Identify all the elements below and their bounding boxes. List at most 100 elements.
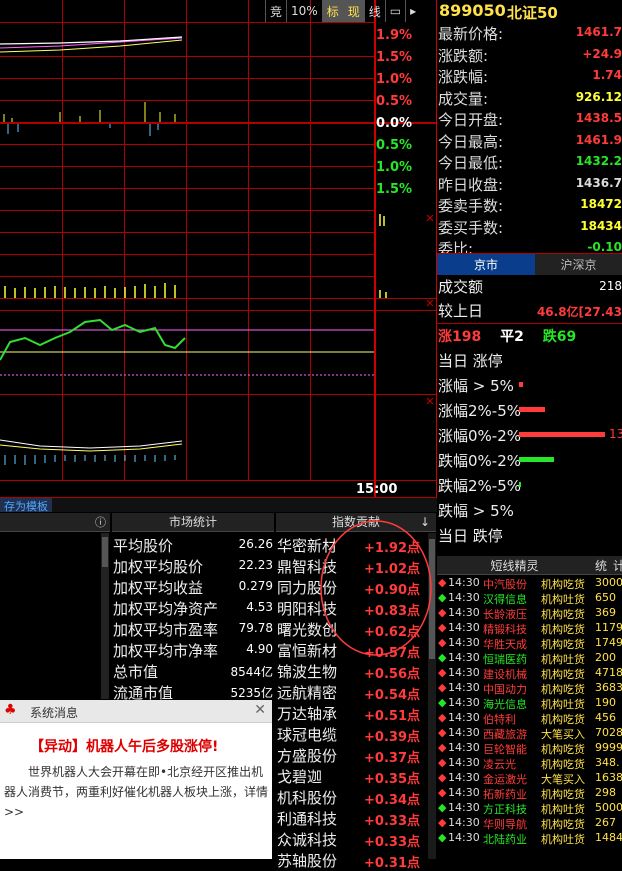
- contrib-row[interactable]: 众诚科技 +0.33点: [276, 829, 424, 850]
- stat-row: 加权平均市盈率 79.78: [113, 619, 273, 640]
- window-icon[interactable]: ▭: [384, 0, 405, 22]
- news-type: 机构吃货: [541, 788, 585, 801]
- contrib-value: +0.54点: [364, 688, 420, 703]
- contrib-value: +0.37点: [364, 751, 420, 766]
- news-name: 伯特利: [483, 713, 516, 726]
- stat-row: 加权平均市净率 4.90: [113, 640, 273, 661]
- left-empty-head: ⓘ: [0, 513, 110, 532]
- play-icon[interactable]: ▸: [405, 0, 420, 22]
- news-row[interactable]: ◆ 14:30 中汽股份 机构吃货 3000: [437, 576, 622, 591]
- system-message-popup[interactable]: ♣ 系统消息 ✕ 【异动】机器人午后多股涨停! 世界机器人大会开幕在即•北京经开…: [0, 700, 272, 859]
- news-time: 14:30: [448, 636, 480, 649]
- news-name: 巨轮智能: [483, 743, 527, 756]
- short-term-genie-tab[interactable]: 短线精灵: [437, 557, 592, 574]
- quote-label: 今日开盘:: [438, 111, 504, 129]
- trend-icon: ◆: [438, 576, 447, 589]
- news-row[interactable]: ◆ 14:30 华则导航 机构吃货 267: [437, 816, 622, 831]
- popup-body[interactable]: 世界机器人大会开幕在即•北京经开区推出机器人消费节，两重利好催化机器人板块上涨，…: [4, 762, 268, 822]
- news-row[interactable]: ◆ 14:30 金运激光 大笔买入 1638: [437, 771, 622, 786]
- contrib-name: 万达轴承: [277, 705, 338, 723]
- limit-up-label: 当日 涨停: [438, 352, 503, 370]
- news-row[interactable]: ◆ 14:30 长龄液压 机构吃货 369: [437, 606, 622, 621]
- stat-value: 26.26: [238, 537, 273, 551]
- contrib-row[interactable]: 方盛股份 +0.37点: [276, 745, 424, 766]
- market-stats-head: 市场统计: [112, 513, 274, 532]
- news-name: 中汽股份: [483, 578, 527, 591]
- close-icon[interactable]: ✕: [254, 702, 266, 718]
- contrib-value: +0.39点: [364, 730, 420, 745]
- stat-label: 总市值: [113, 663, 159, 681]
- news-time: 14:30: [448, 771, 480, 784]
- quote-row: 昨日收盘: 1436.7: [437, 174, 622, 196]
- trend-icon: ◆: [438, 696, 447, 709]
- news-row[interactable]: ◆ 14:30 伯特利 机构吃货 456: [437, 711, 622, 726]
- news-type: 机构吃货: [541, 683, 585, 696]
- news-num: 5000: [595, 801, 622, 814]
- news-row[interactable]: ◆ 14:30 拓新药业 机构吃货 298: [437, 786, 622, 801]
- tab-jing[interactable]: 京市: [437, 254, 535, 275]
- quote-value: 18472: [580, 197, 622, 211]
- stats-tab[interactable]: 统: [595, 557, 607, 574]
- dist-bar: [519, 407, 545, 412]
- stat-value: 4.90: [246, 642, 273, 656]
- news-type: 大笔买入: [541, 728, 585, 741]
- news-time: 14:30: [448, 681, 480, 694]
- dist-bar: [519, 457, 554, 462]
- news-row[interactable]: ◆ 14:30 西藏旅游 大笔买入 7028: [437, 726, 622, 741]
- news-row[interactable]: ◆ 14:30 凌云光 机构吃货 348.: [437, 756, 622, 771]
- contrib-value: +0.34点: [364, 793, 420, 808]
- contrib-row[interactable]: 远航精密 +0.54点: [276, 682, 424, 703]
- contrib-name: 远航精密: [277, 684, 338, 702]
- contrib-value: +0.51点: [364, 709, 420, 724]
- toolbar-item[interactable]: 竞: [265, 0, 286, 22]
- toolbar-item[interactable]: 线: [363, 0, 385, 22]
- logo-icon: ♣: [4, 702, 17, 718]
- intraday-chart[interactable]: 1.9% 1.5% 1.0% 0.5% 0.0% 0.5% 1.0% 1.5% …: [0, 0, 437, 498]
- quote-label: 今日最高:: [438, 132, 504, 151]
- toolbar-item[interactable]: 10%: [286, 0, 322, 22]
- pct-label: 0.5%: [376, 138, 413, 153]
- contrib-row[interactable]: 锦波生物 +0.56点: [276, 661, 424, 682]
- news-row[interactable]: ◆ 14:30 建设机械 机构吃货 4718: [437, 666, 622, 681]
- stats-tab-2[interactable]: 计: [613, 557, 622, 574]
- contrib-row[interactable]: 万达轴承 +0.51点: [276, 703, 424, 724]
- contrib-row[interactable]: 戈碧迦 +0.35点: [276, 766, 424, 787]
- news-type: 机构吐货: [541, 833, 585, 846]
- quote-value: 18434: [580, 218, 622, 233]
- popup-headline[interactable]: 【异动】机器人午后多股涨停!: [30, 736, 218, 756]
- fall-label: 跌: [542, 329, 557, 345]
- contrib-row[interactable]: 苏轴股份 +0.31点: [276, 850, 424, 871]
- news-name: 凌云光: [483, 758, 516, 771]
- news-type: 机构吃货: [541, 578, 585, 591]
- stat-label: 加权平均市盈率: [113, 621, 219, 639]
- news-name: 中国动力: [483, 683, 527, 696]
- info-icon[interactable]: ⓘ: [95, 514, 106, 530]
- news-row[interactable]: ◆ 14:30 北陆药业 机构吐货 1484: [437, 831, 622, 846]
- news-type: 机构吃货: [541, 818, 585, 831]
- news-name: 西藏旅游: [483, 728, 527, 741]
- scrollbar[interactable]: [101, 533, 109, 699]
- contrib-row[interactable]: 机科股份 +0.34点: [276, 787, 424, 808]
- news-type: 机构吐货: [541, 593, 585, 606]
- news-row[interactable]: ◆ 14:30 巨轮智能 机构吃货 9999: [437, 741, 622, 756]
- tab-hushenjing[interactable]: 沪深京: [535, 254, 622, 275]
- toolbar-item[interactable]: 现: [342, 0, 364, 22]
- contrib-row[interactable]: 球冠电缆 +0.39点: [276, 724, 424, 745]
- news-row[interactable]: ◆ 14:30 华胜天成 机构吃货 1749: [437, 636, 622, 651]
- news-row[interactable]: ◆ 14:30 中国动力 机构吃货 3683: [437, 681, 622, 696]
- contrib-value: +0.33点: [364, 814, 420, 829]
- news-row[interactable]: ◆ 14:30 汉得信息 机构吐货 650: [437, 591, 622, 606]
- news-num: 7028: [595, 726, 622, 739]
- contrib-name: 利通科技: [277, 810, 338, 828]
- save-template-tab[interactable]: 存为模板: [0, 498, 52, 513]
- news-time: 14:30: [448, 576, 480, 589]
- news-row[interactable]: ◆ 14:30 恒瑞医药 机构吐货 200: [437, 651, 622, 666]
- contrib-row[interactable]: 利通科技 +0.33点: [276, 808, 424, 829]
- news-row[interactable]: ◆ 14:30 精锻科技 机构吃货 1179: [437, 621, 622, 636]
- news-time: 14:30: [448, 801, 480, 814]
- news-row[interactable]: ◆ 14:30 方正科技 机构吐货 5000: [437, 801, 622, 816]
- contrib-name: 锦波生物: [277, 663, 338, 681]
- toolbar-item[interactable]: 标: [321, 0, 343, 22]
- news-row[interactable]: ◆ 14:30 海光信息 机构吐货 190: [437, 696, 622, 711]
- stat-row: 总市值 8544亿: [113, 661, 273, 682]
